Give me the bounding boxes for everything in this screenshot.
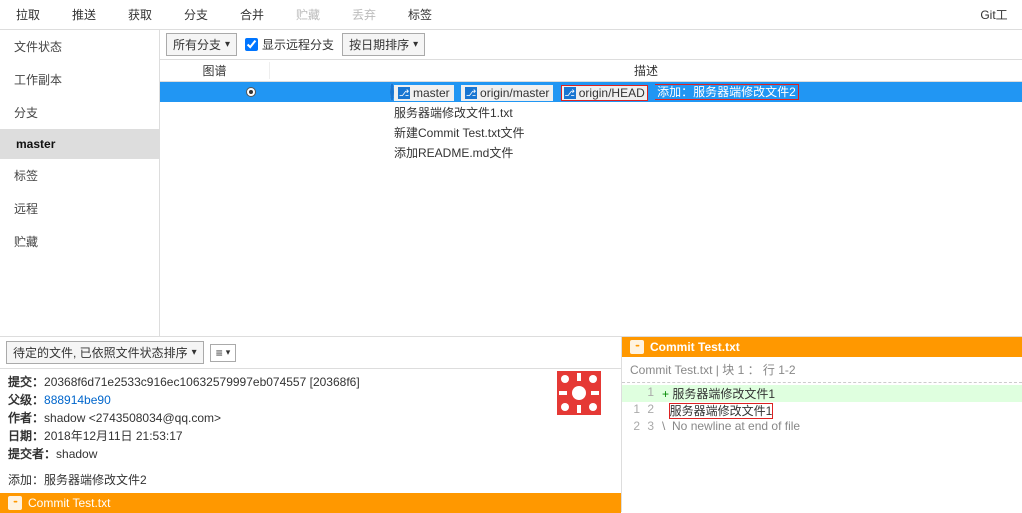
sort-order-select[interactable]: 按日期排序 (342, 33, 425, 56)
commit-hash: 20368f6d71e2533c916ec10632579997eb074557… (44, 375, 360, 389)
sidebar-working-copy[interactable]: 工作副本 (0, 63, 159, 96)
commit-message: 添加README.md文件 (394, 144, 513, 161)
commit-row[interactable]: ⎇master ⎇origin/master ⎇origin/HEAD 添加：服… (160, 82, 1022, 102)
modified-file-icon (8, 496, 22, 510)
commit-list: ⎇master ⎇origin/master ⎇origin/HEAD 添加：服… (160, 82, 1022, 336)
diff-line-added: 1 服务器端修改文件1 (622, 385, 1022, 402)
hunk-header: Commit Test.txt | 块 1 ： 行 1-2 (622, 357, 1022, 383)
ref-origin-head: ⎇origin/HEAD (561, 85, 648, 101)
show-remote-label: 显示远程分支 (262, 36, 334, 53)
fetch-button[interactable]: 获取 (112, 0, 168, 29)
filter-bar: 所有分支 显示远程分支 按日期排序 (160, 30, 1022, 60)
remote-icon: ⎇ (564, 87, 576, 99)
git-cli-button[interactable]: Git工 (966, 0, 1022, 29)
commit-row[interactable]: 添加README.md文件 (160, 142, 1022, 162)
sidebar-branch-master[interactable]: master (0, 129, 159, 159)
sidebar-file-status[interactable]: 文件状态 (0, 30, 159, 63)
commit-node-icon (246, 87, 256, 97)
show-remote-checkbox[interactable]: 显示远程分支 (245, 36, 334, 53)
branch-icon: ⎇ (398, 87, 410, 99)
diff-body: 1 服务器端修改文件1 12 服务器端修改文件1 23 No newline a… (622, 383, 1022, 435)
commit-message: 添加：服务器端修改文件2 (655, 84, 799, 100)
commit-row[interactable]: 新建Commit Test.txt文件 (160, 122, 1022, 142)
tag-button[interactable]: 标签 (392, 0, 448, 29)
push-button[interactable]: 推送 (56, 0, 112, 29)
remote-icon: ⎇ (465, 87, 477, 99)
merge-button[interactable]: 合并 (224, 0, 280, 29)
stash-button[interactable]: 贮藏 (280, 0, 336, 29)
author-label: 作者： (8, 411, 44, 425)
commit-message: 新建Commit Test.txt文件 (394, 124, 524, 141)
commit-headers: 图谱 描述 (160, 60, 1022, 82)
ref-master: ⎇master (394, 85, 454, 101)
commit-row[interactable]: 服务器端修改文件1.txt (160, 102, 1022, 122)
diff-file-name: Commit Test.txt (650, 340, 740, 354)
diff-line-context: 12 服务器端修改文件1 (622, 402, 1022, 419)
view-mode-button[interactable] (210, 344, 237, 362)
diff-line-no-newline: 23 No newline at end of file (622, 419, 1022, 433)
main-toolbar: 拉取 推送 获取 分支 合并 贮藏 丢弃 标签 Git工 (0, 0, 1022, 30)
author-value: shadow <2743508034@qq.com> (44, 411, 221, 425)
header-graph: 图谱 (160, 62, 270, 79)
file-name: Commit Test.txt (28, 496, 110, 510)
parent-link[interactable]: 888914be90 (44, 393, 111, 407)
date-value: 2018年12月11日 21:53:17 (44, 429, 183, 443)
avatar (557, 371, 601, 415)
diff-file-header: Commit Test.txt (622, 337, 1022, 357)
file-sort-select[interactable]: 待定的文件, 已依照文件状态排序 (6, 341, 204, 364)
sidebar: 文件状态 工作副本 分支 master 标签 远程 贮藏 (0, 30, 160, 336)
commit-hash-label: 提交： (8, 375, 44, 389)
commit-summary: 添加：服务器端修改文件2 (8, 471, 613, 489)
ref-origin-master: ⎇origin/master (461, 85, 553, 101)
branch-button[interactable]: 分支 (168, 0, 224, 29)
modified-file-icon (630, 340, 644, 354)
committer-label: 提交者： (8, 447, 56, 461)
sidebar-remotes[interactable]: 远程 (0, 192, 159, 225)
sidebar-tags[interactable]: 标签 (0, 159, 159, 192)
parent-label: 父级： (8, 393, 44, 407)
commit-message: 服务器端修改文件1.txt (394, 104, 513, 121)
header-description: 描述 (270, 62, 1022, 79)
sidebar-branches[interactable]: 分支 (0, 96, 159, 129)
date-label: 日期： (8, 429, 44, 443)
branch-filter-select[interactable]: 所有分支 (166, 33, 237, 56)
discard-button[interactable]: 丢弃 (336, 0, 392, 29)
file-sort-bar: 待定的文件, 已依照文件状态排序 (0, 337, 621, 369)
sidebar-stashes[interactable]: 贮藏 (0, 225, 159, 258)
commit-info: 提交：20368f6d71e2533c916ec10632579997eb074… (0, 369, 621, 493)
changed-file[interactable]: Commit Test.txt (0, 493, 621, 513)
show-remote-input[interactable] (245, 38, 258, 51)
committer-value: shadow (56, 447, 97, 461)
pull-button[interactable]: 拉取 (0, 0, 56, 29)
